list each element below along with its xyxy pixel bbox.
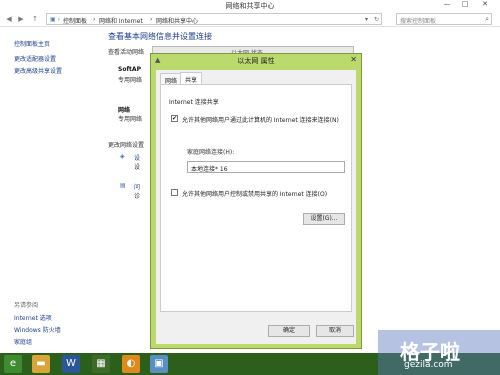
allow-share-checkbox[interactable]: ✔ — [171, 115, 178, 122]
breadcrumb[interactable]: ▣ › 控制面板 › 网络和 Internet › 网络和共享中心 ▾ ↻ — [46, 13, 382, 25]
back-icon[interactable]: ◀ — [4, 14, 14, 24]
sharing-panel: Internet 连接共享 ✔ 允许其他网络用户通过此计算机的 Internet… — [160, 84, 352, 312]
minimize-button[interactable]: — — [440, 0, 454, 9]
see-also-heading: 另请参阅 — [14, 302, 39, 309]
ics-group-title: Internet 连接共享 — [169, 99, 219, 106]
dialog-title: 以太网 属性 — [237, 57, 275, 65]
internet-options-link[interactable]: Internet 选项 — [14, 313, 52, 322]
calculator-icon[interactable]: ▦ — [92, 355, 110, 373]
windows-firewall-link[interactable]: Windows 防火墙 — [14, 325, 61, 334]
dialog-close-button[interactable]: ✕ — [350, 55, 357, 64]
search-icon[interactable]: ⌕ — [485, 15, 489, 24]
network2-name: 网络 — [118, 107, 131, 114]
network-center-icon[interactable]: ▣ — [150, 355, 168, 373]
control-panel-icon: ▣ › — [50, 16, 60, 23]
breadcrumb-network-internet[interactable]: 网络和 Internet — [99, 16, 143, 25]
troubleshoot-icon: ▤ — [120, 182, 126, 189]
control-panel-home-link[interactable]: 控制面板主页 — [14, 39, 50, 48]
maximize-button[interactable]: □ — [458, 0, 472, 9]
address-bar: ◀ ▶ ↑ ▣ › 控制面板 › 网络和 Internet › 网络和共享中心 … — [0, 11, 500, 27]
page-title: 查看基本网络信息并设置连接 — [108, 32, 212, 41]
allow-share-label: 允许其他网络用户通过此计算机的 Internet 连接来连接(N) — [182, 117, 339, 124]
setup-desc: 设 — [134, 164, 141, 171]
setup-link[interactable]: 设 — [134, 153, 140, 162]
forward-icon[interactable]: ▶ — [16, 14, 26, 24]
allow-control-checkbox[interactable] — [171, 189, 178, 196]
title-bar: 网络和共享中心 — □ ✕ — [0, 0, 500, 11]
dialog-body: 网络 共享 Internet 连接共享 ✔ 允许其他网络用户通过此计算机的 In… — [156, 70, 356, 344]
ie-icon[interactable]: e — [4, 355, 22, 373]
file-explorer-icon[interactable]: ▬ — [32, 355, 50, 373]
network2-type: 专用网络 — [118, 116, 143, 123]
dialog-title-bar: ▲ 以太网 属性 ✕ — [151, 54, 361, 67]
settings-button[interactable]: 设置(G)... — [303, 213, 345, 225]
change-adapter-settings-link[interactable]: 更改适配器设置 — [14, 54, 56, 63]
home-network-label: 家庭网络连接(H): — [187, 149, 235, 156]
allow-control-label: 允许其他网络用户控制或禁用共享的 Internet 连接(O) — [182, 191, 328, 198]
breadcrumb-control-panel[interactable]: 控制面板 — [63, 16, 87, 25]
network-setup-icon: ◈ — [120, 153, 125, 160]
troubleshoot-desc: 诊 — [134, 193, 141, 200]
close-button[interactable]: ✕ — [478, 0, 492, 9]
left-pane: 控制面板主页 更改适配器设置 更改高级共享设置 另请参阅 Internet 选项… — [0, 27, 100, 353]
word-icon[interactable]: W — [62, 355, 80, 373]
home-network-select[interactable]: 本地连接* 16 — [187, 161, 345, 173]
app-icon[interactable]: ◐ — [122, 355, 140, 373]
chevron-down-icon[interactable]: ▾ — [365, 16, 368, 23]
active-networks-heading: 查看活动网络 — [108, 49, 145, 56]
up-icon[interactable]: ↑ — [30, 14, 40, 24]
window-title: 网络和共享中心 — [225, 2, 275, 10]
breadcrumb-network-sharing[interactable]: 网络和共享中心 — [156, 16, 198, 25]
troubleshoot-link[interactable]: 问 — [134, 182, 140, 191]
watermark-url: gezila.com — [404, 360, 453, 370]
ethernet-properties-dialog: ▲ 以太网 属性 ✕ 网络 共享 Internet 连接共享 ✔ 允许其他网络用… — [150, 53, 362, 349]
refresh-icon[interactable]: ↻ — [374, 16, 379, 23]
network1-name: SoftAP — [118, 66, 141, 73]
cancel-button[interactable]: 取消 — [316, 325, 354, 337]
ok-button[interactable]: 确定 — [268, 325, 310, 337]
change-network-settings-heading: 更改网络设置 — [108, 142, 145, 149]
network1-type: 专用网络 — [118, 77, 143, 84]
change-advanced-sharing-link[interactable]: 更改高级共享设置 — [14, 66, 62, 75]
homegroup-link[interactable]: 家庭组 — [14, 337, 32, 346]
search-input[interactable]: 搜索控制面板 ⌕ — [396, 13, 492, 25]
